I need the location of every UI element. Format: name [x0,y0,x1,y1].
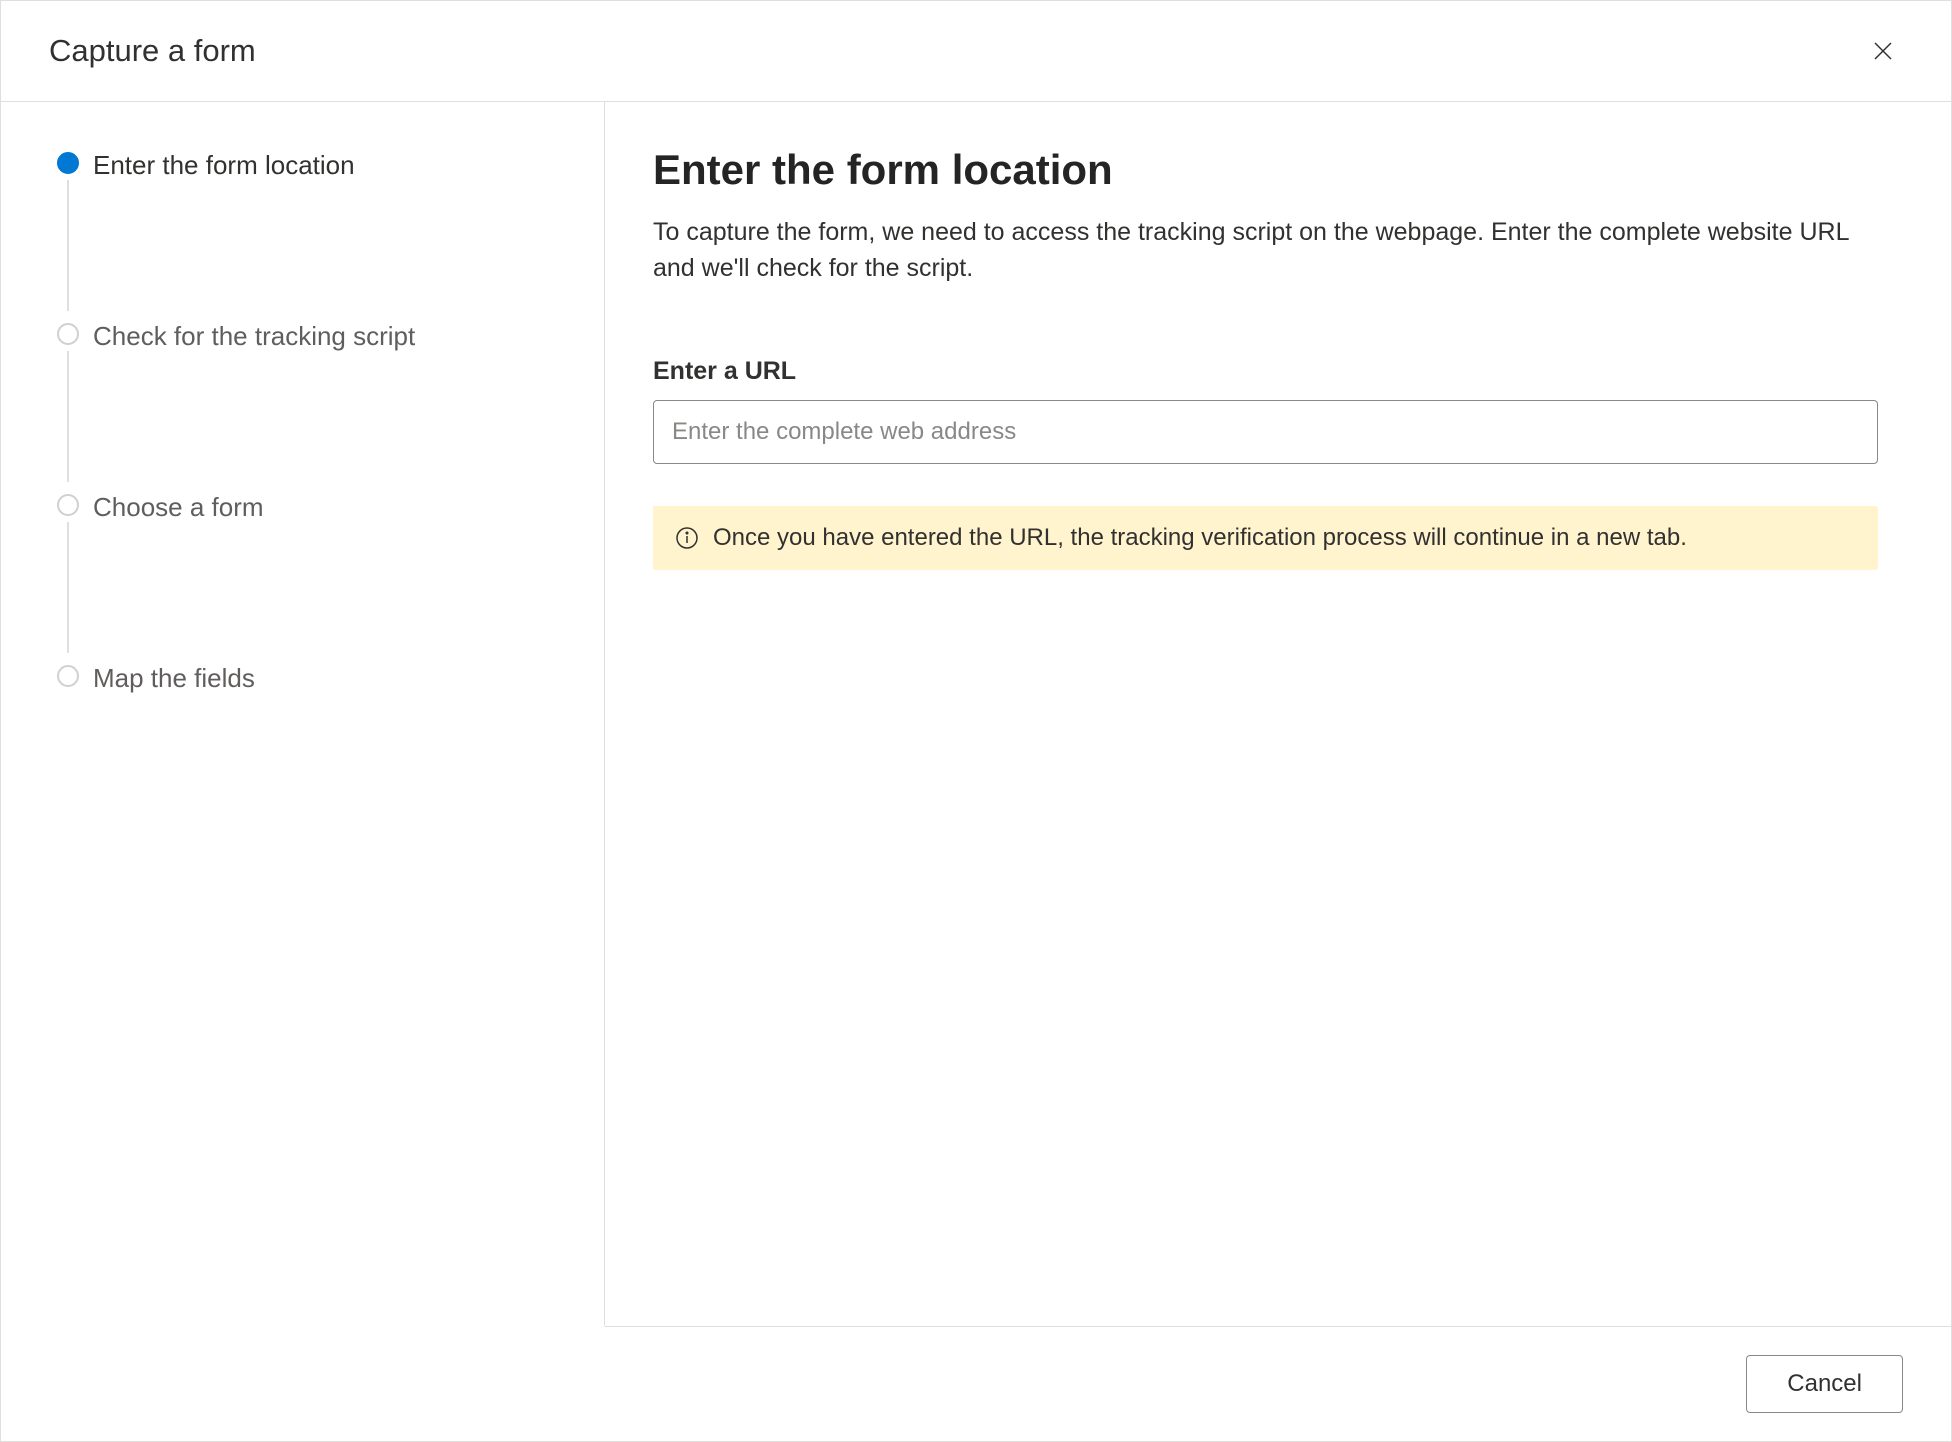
step-label: Choose a form [93,492,264,523]
info-text: Once you have entered the URL, the track… [713,524,1687,552]
info-icon [675,526,699,550]
wizard-steps: Enter the form location Check for the tr… [57,150,580,694]
dialog-footer: Cancel [605,1326,1951,1441]
info-bar: Once you have entered the URL, the track… [653,506,1878,570]
main-description: To capture the form, we need to access t… [653,214,1853,287]
step-marker-icon [57,494,79,516]
step-map-fields[interactable]: Map the fields [57,663,580,694]
step-marker-icon [57,152,79,174]
step-label: Enter the form location [93,150,355,181]
dialog-title: Capture a form [49,33,256,69]
wizard-sidebar: Enter the form location Check for the tr… [1,102,605,1326]
step-label: Check for the tracking script [93,321,415,352]
url-field-label: Enter a URL [653,357,1903,386]
dialog-header: Capture a form [1,1,1951,102]
close-button[interactable] [1863,31,1903,71]
step-check-script[interactable]: Check for the tracking script [57,321,580,492]
step-enter-location[interactable]: Enter the form location [57,150,580,321]
cancel-button[interactable]: Cancel [1746,1355,1903,1413]
close-icon [1871,39,1895,63]
step-marker-icon [57,665,79,687]
step-choose-form[interactable]: Choose a form [57,492,580,663]
main-heading: Enter the form location [653,146,1903,194]
step-marker-icon [57,323,79,345]
url-input[interactable] [653,400,1878,464]
step-label: Map the fields [93,663,255,694]
dialog-body: Enter the form location Check for the tr… [1,102,1951,1326]
main-panel: Enter the form location To capture the f… [605,102,1951,1326]
capture-form-dialog: Capture a form Enter the form location C… [0,0,1952,1442]
